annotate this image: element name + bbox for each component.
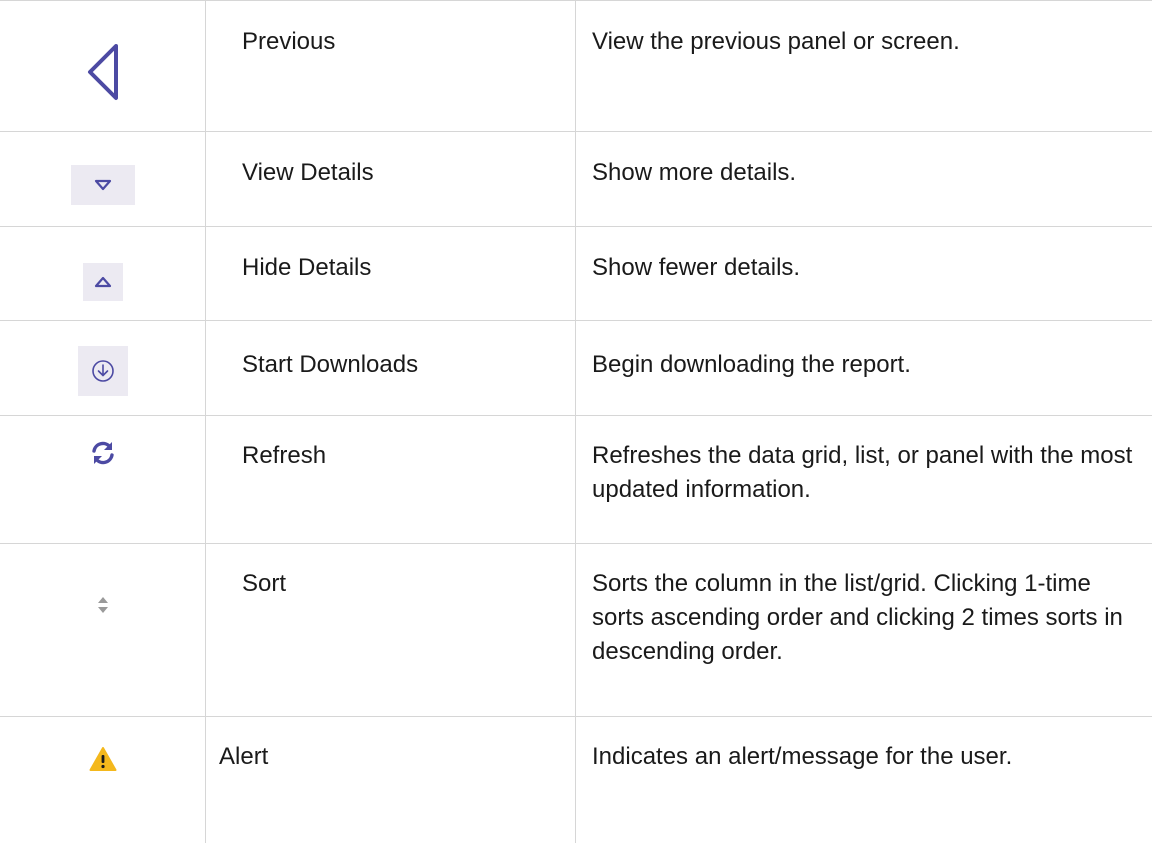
icon-cell bbox=[0, 595, 205, 620]
row-description: Sorts the column in the list/grid. Click… bbox=[592, 570, 1123, 665]
sort-icon[interactable] bbox=[96, 595, 110, 620]
chevron-up-icon[interactable] bbox=[82, 263, 123, 301]
table-row: View Details Show more details. bbox=[0, 131, 1152, 226]
row-description: Show fewer details. bbox=[592, 254, 801, 281]
row-name: Previous bbox=[242, 28, 336, 55]
row-description: Refreshes the data grid, list, or panel … bbox=[592, 442, 1133, 503]
table-row: Hide Details Show fewer details. bbox=[0, 226, 1152, 320]
row-name: View Details bbox=[242, 159, 374, 186]
table-row: Alert Indicates an alert/message for the… bbox=[0, 716, 1152, 843]
icon-cell bbox=[0, 41, 205, 108]
row-name: Hide Details bbox=[242, 254, 372, 281]
icon-reference-table: Previous View the previous panel or scre… bbox=[0, 0, 1152, 843]
icon-cell bbox=[0, 263, 205, 301]
row-name: Refresh bbox=[242, 442, 327, 469]
table-row: Previous View the previous panel or scre… bbox=[0, 0, 1152, 131]
row-description: View the previous panel or screen. bbox=[592, 28, 960, 55]
row-description: Indicates an alert/message for the user. bbox=[592, 743, 1013, 770]
refresh-icon[interactable] bbox=[90, 440, 116, 471]
chevron-down-icon[interactable] bbox=[70, 165, 135, 205]
table-row: Refresh Refreshes the data grid, list, o… bbox=[0, 415, 1152, 543]
row-name: Alert bbox=[219, 743, 269, 770]
download-circle-icon[interactable] bbox=[77, 346, 128, 396]
row-description: Begin downloading the report. bbox=[592, 351, 911, 378]
row-name: Start Downloads bbox=[242, 351, 419, 378]
icon-cell bbox=[0, 165, 205, 205]
row-description: Show more details. bbox=[592, 159, 797, 186]
row-name: Sort bbox=[242, 570, 287, 597]
alert-icon bbox=[89, 746, 117, 777]
icon-cell bbox=[0, 746, 205, 777]
table-row: Start Downloads Begin downloading the re… bbox=[0, 320, 1152, 415]
icon-cell bbox=[0, 440, 205, 471]
table-row: Sort Sorts the column in the list/grid. … bbox=[0, 543, 1152, 716]
previous-triangle-icon[interactable] bbox=[83, 41, 123, 108]
icon-cell bbox=[0, 346, 205, 396]
